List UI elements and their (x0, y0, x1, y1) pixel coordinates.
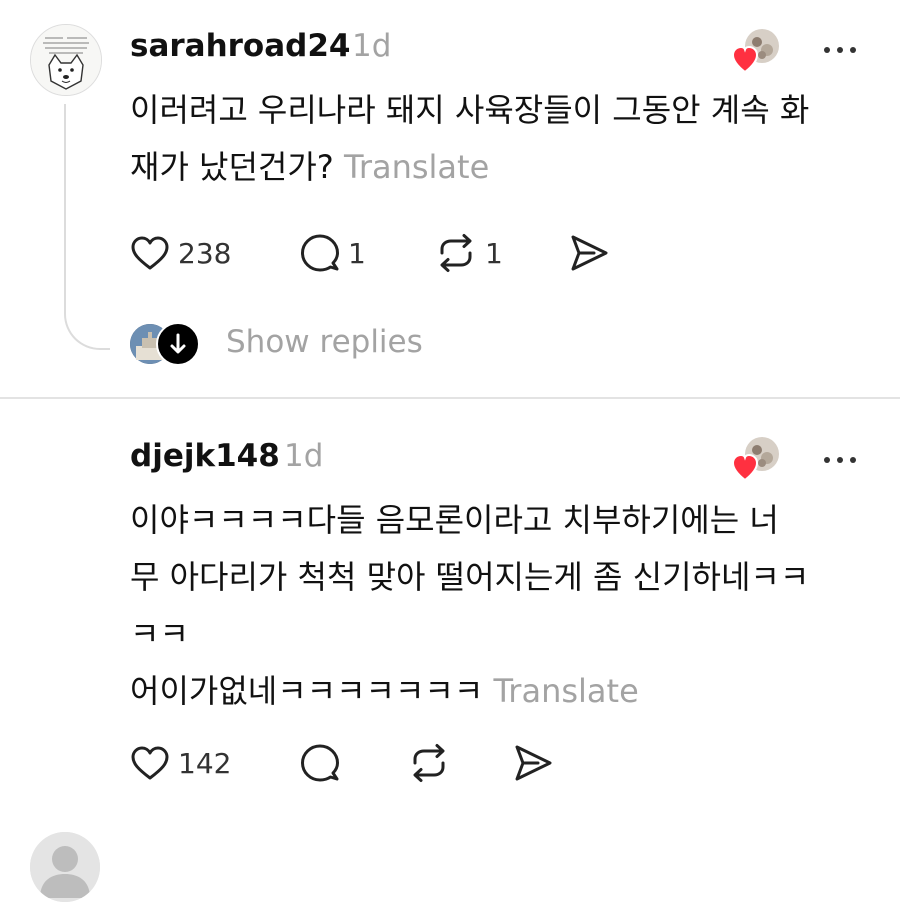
heart-icon (131, 236, 169, 270)
post-time: 1d (352, 28, 392, 64)
thread-connector-line (64, 104, 110, 350)
share-icon (571, 235, 608, 271)
like-count: 238 (178, 236, 232, 270)
post-text-line: 이러려고 우리나라 돼지 사육장들이 그동안 계속 화 (130, 91, 810, 129)
liked-by-author-avatar (731, 28, 780, 76)
post-text-line: 어이가없네ㅋㅋㅋㅋㅋㅋㅋ (130, 672, 494, 710)
liked-by-author-avatar (731, 436, 780, 484)
avatar-djejk148[interactable] (30, 832, 100, 902)
comment-icon (301, 744, 339, 782)
post-text-line: 무 아다리가 척척 맞아 떨어지는게 좀 신기하네ㅋㅋ (130, 558, 810, 596)
username[interactable]: djejk148 (130, 438, 280, 474)
post-time: 1d (284, 438, 324, 474)
repost-button[interactable] (408, 740, 450, 786)
share-button[interactable] (512, 740, 554, 786)
post-text: 이러려고 우리나라 돼지 사육장들이 그동안 계속 화 재가 났던건가? Tra… (130, 82, 809, 196)
heart-icon (131, 746, 169, 780)
repost-icon (440, 234, 472, 272)
heart-badge-icon (731, 453, 759, 482)
show-replies-label[interactable]: Show replies (226, 324, 423, 360)
heart-badge-icon (731, 45, 759, 74)
post-text-line: 이야ㅋㅋㅋㅋ다들 음모론이라고 치부하기에는 너 (130, 501, 779, 539)
arrow-down-icon (170, 333, 186, 354)
translate-link[interactable]: Translate (344, 148, 489, 186)
share-button[interactable] (568, 230, 610, 276)
more-icon[interactable] (820, 42, 860, 56)
avatar-sarahroad24[interactable] (30, 24, 102, 96)
comment-icon (301, 234, 339, 272)
post-text: 이야ㅋㅋㅋㅋ다들 음모론이라고 치부하기에는 너 무 아다리가 척척 맞아 떨어… (130, 492, 809, 720)
more-icon[interactable] (820, 452, 860, 466)
post-text-line: 재가 났던건가? (130, 148, 344, 186)
share-icon (515, 745, 552, 781)
like-count: 142 (178, 746, 232, 780)
username[interactable]: sarahroad24 (130, 28, 350, 64)
comment-count: 1 (348, 236, 366, 270)
expand-replies-badge[interactable] (156, 322, 200, 366)
comment-button[interactable]: 1 (300, 230, 366, 276)
comment-button[interactable] (300, 740, 340, 786)
post-text-line: ㅋㅋ (130, 615, 189, 653)
thread-post-1: sarahroad24 1d 이러려고 우리나라 돼지 사육장들이 그동안 계속… (0, 0, 900, 398)
translate-link[interactable]: Translate (493, 672, 638, 710)
like-button[interactable]: 142 (130, 740, 231, 786)
repost-count: 1 (485, 236, 503, 270)
repost-icon (413, 744, 445, 782)
repost-button[interactable]: 1 (435, 230, 503, 276)
like-button[interactable]: 238 (130, 230, 231, 276)
